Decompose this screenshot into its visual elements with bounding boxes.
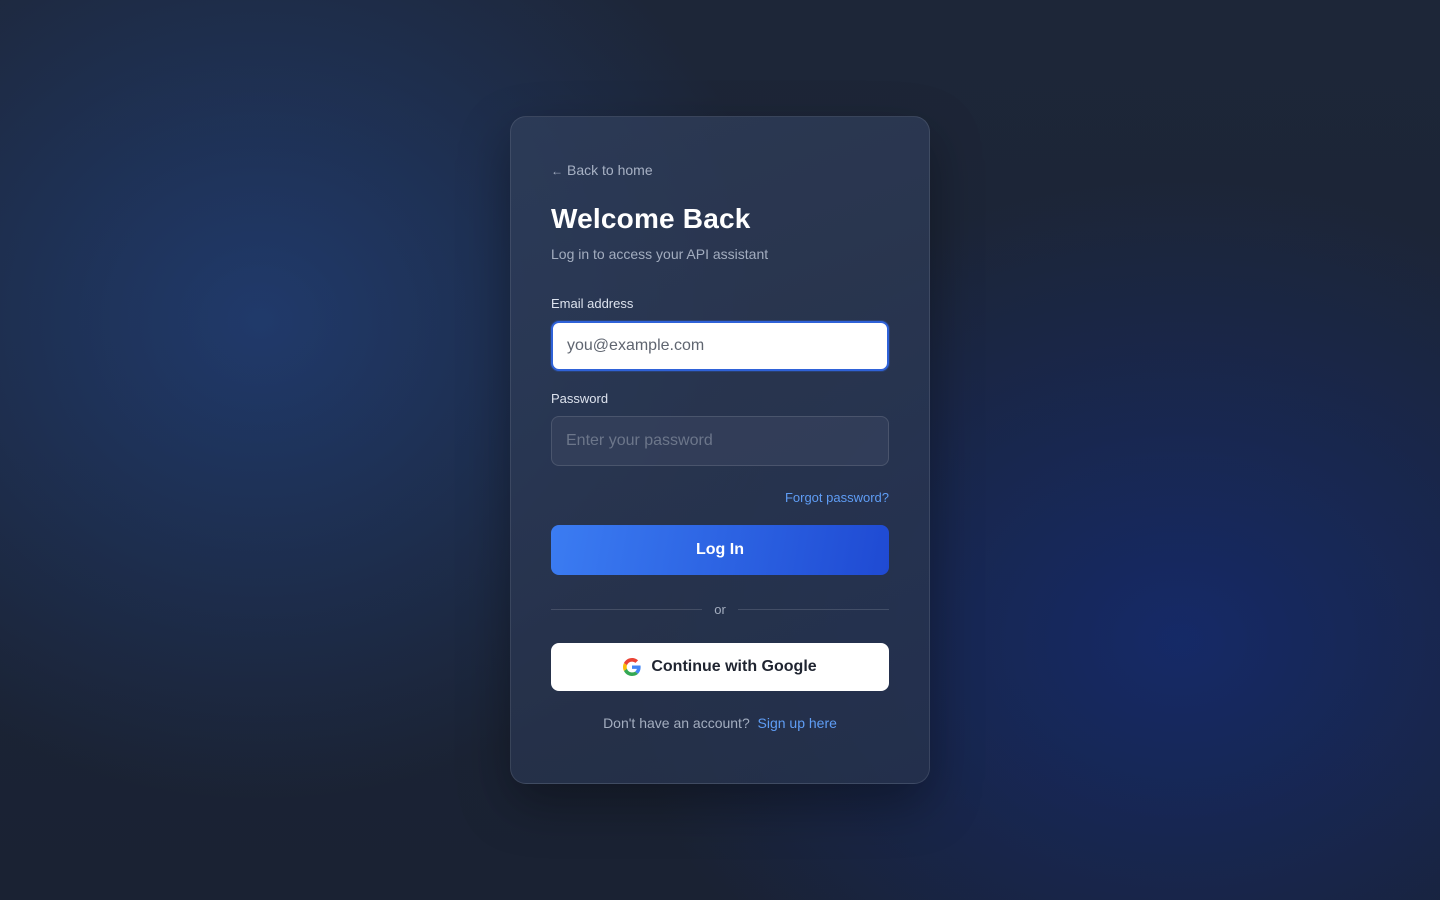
- google-button-label: Continue with Google: [651, 658, 817, 675]
- divider-line-right: [737, 608, 889, 610]
- email-input[interactable]: [551, 321, 889, 371]
- google-g-icon: [623, 658, 641, 676]
- or-divider: or: [551, 601, 889, 617]
- back-arrow-icon: ←: [551, 164, 563, 178]
- email-label: Email address: [551, 296, 634, 311]
- continue-with-google-button[interactable]: Continue with Google: [551, 643, 889, 691]
- password-label: Password: [551, 391, 609, 406]
- sign-up-link[interactable]: Sign up here: [758, 715, 837, 731]
- login-card: ← Back to home Welcome Back Log in to ac…: [510, 116, 930, 784]
- divider-line-left: [551, 608, 703, 610]
- back-link-label: Back to home: [567, 162, 653, 178]
- page-subtitle: Log in to access your API assistant: [551, 246, 769, 262]
- back-to-home-link[interactable]: ← Back to home: [551, 161, 653, 179]
- divider-label: or: [714, 601, 726, 617]
- forgot-password-row: Forgot password?: [551, 489, 889, 505]
- forgot-password-link[interactable]: Forgot password?: [785, 490, 889, 505]
- password-input[interactable]: [551, 416, 889, 466]
- signup-row: Don't have an account? Sign up here: [551, 714, 889, 732]
- page-title: Welcome Back: [551, 203, 751, 234]
- signup-prompt: Don't have an account?: [603, 715, 754, 731]
- login-button[interactable]: Log In: [551, 525, 889, 575]
